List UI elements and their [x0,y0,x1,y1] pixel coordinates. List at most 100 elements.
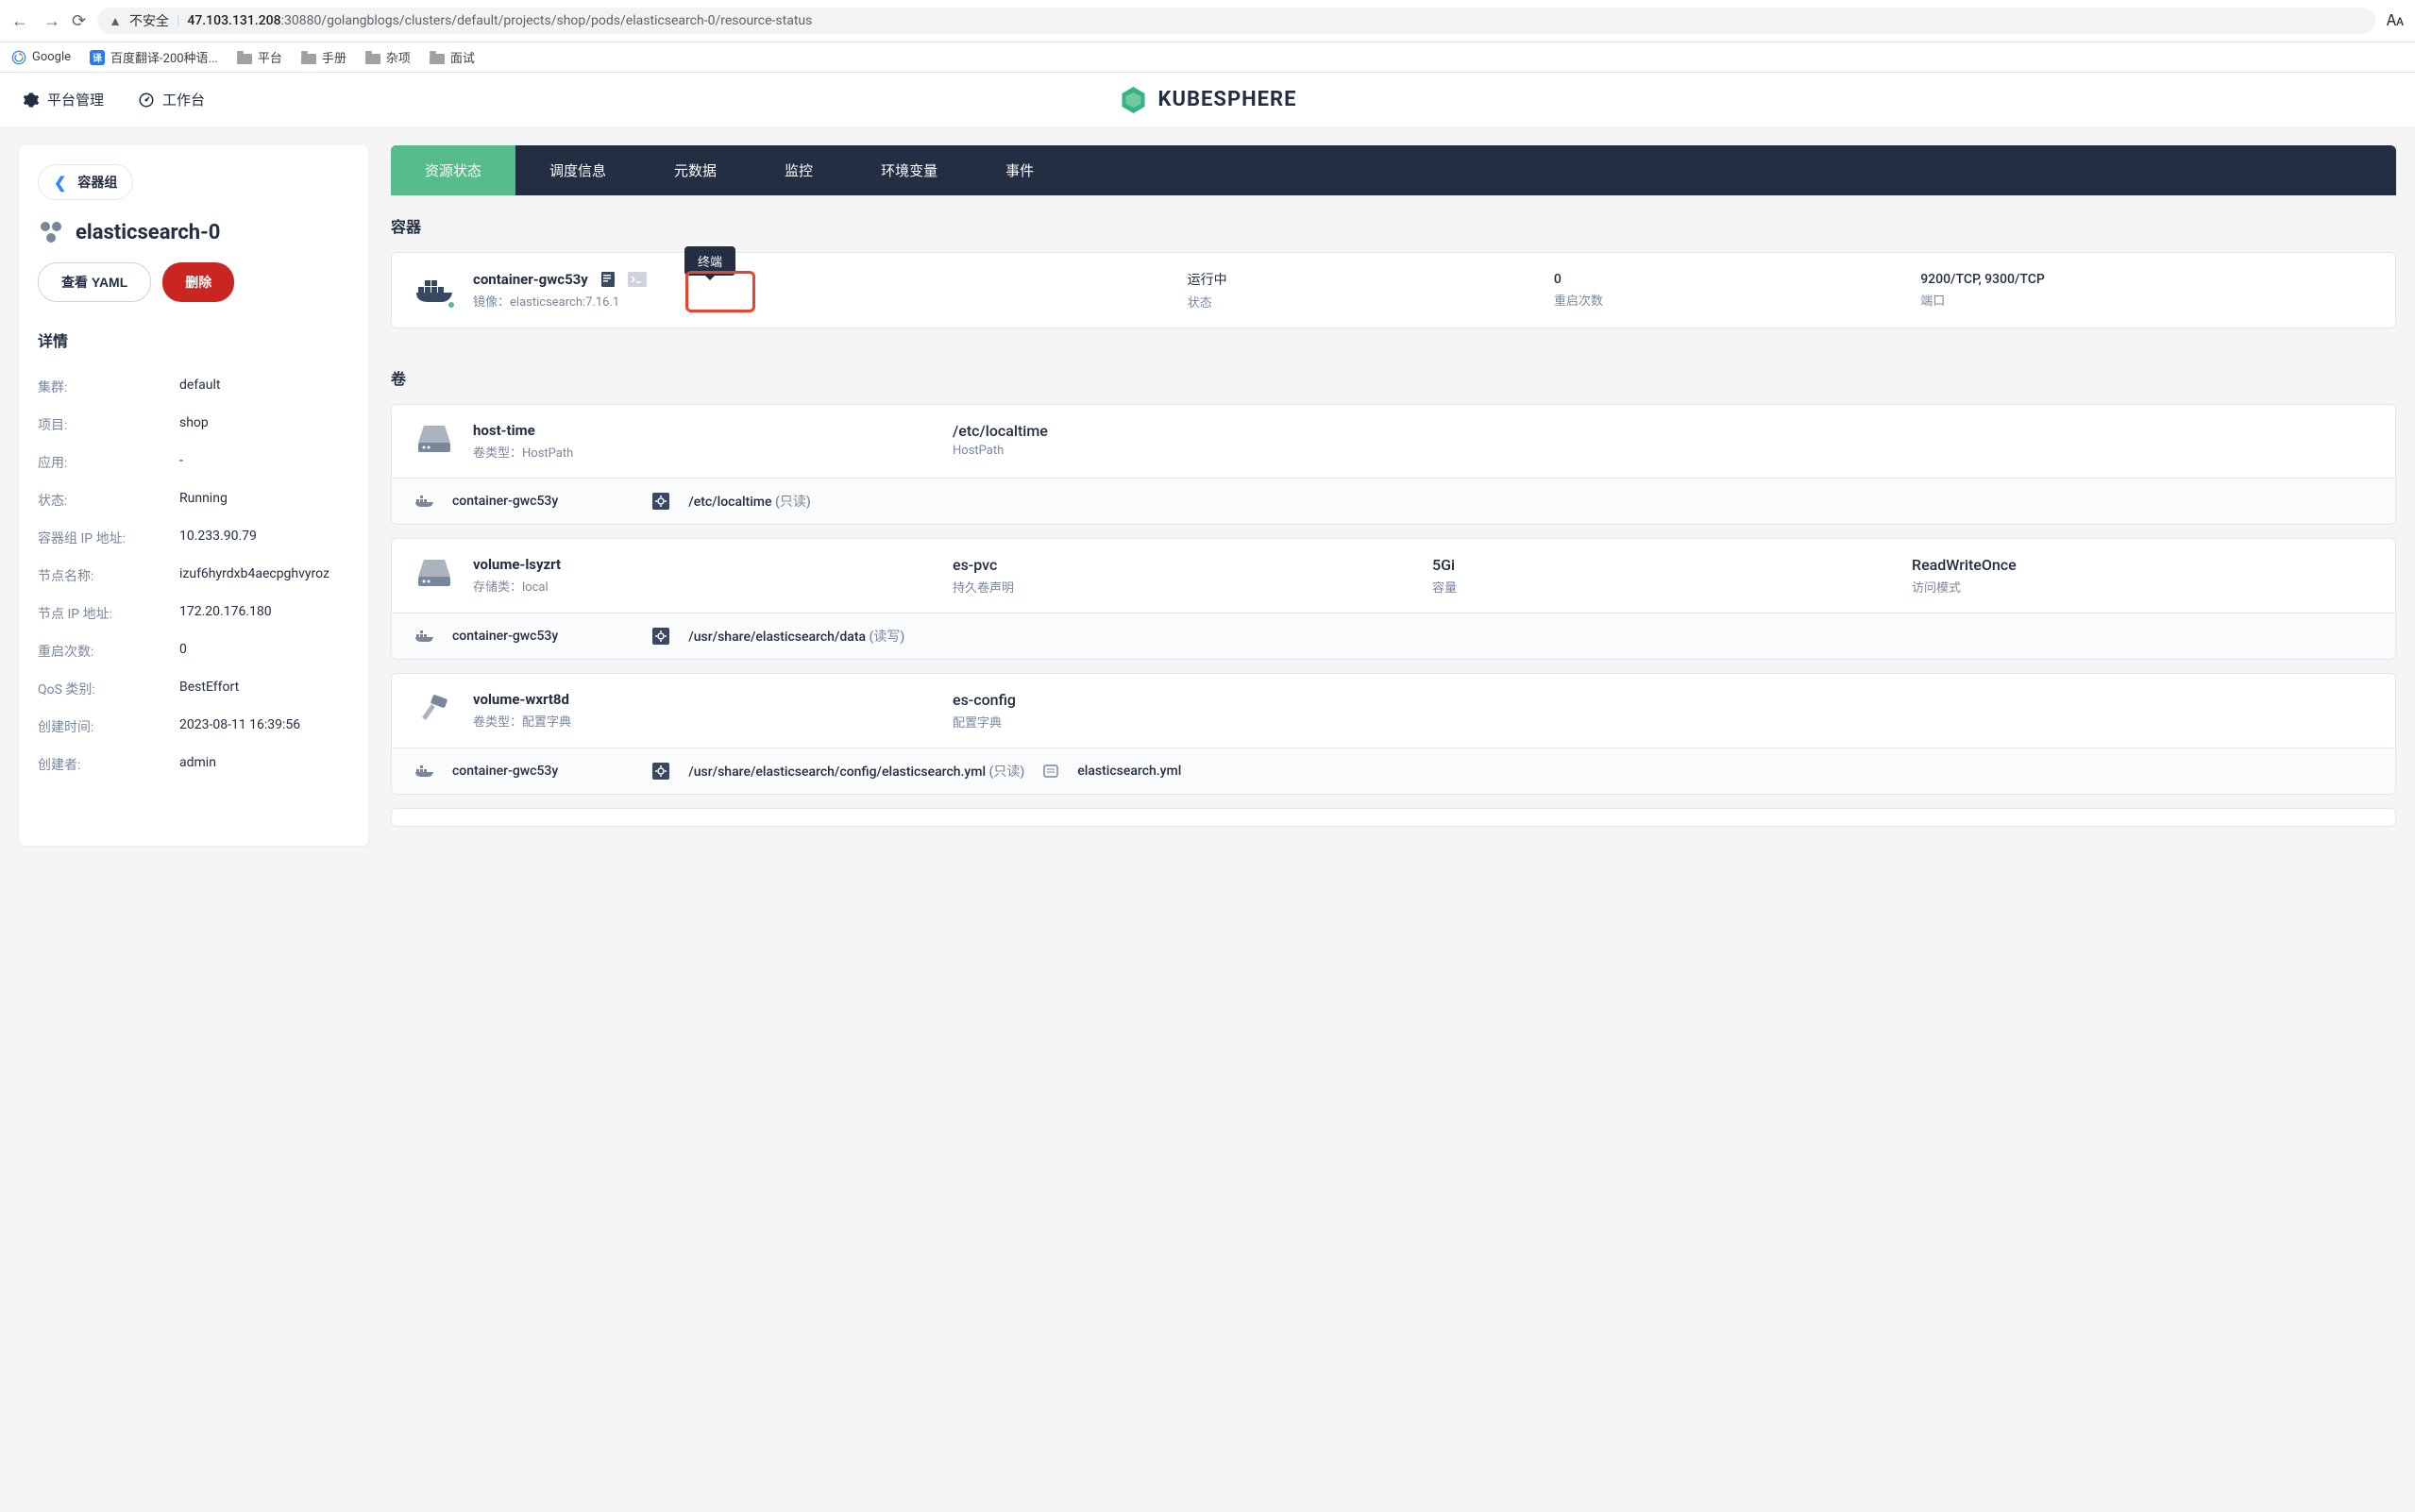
docker-small-icon [414,494,433,509]
detail-value: 10.233.90.79 [179,529,257,547]
docker-small-icon [414,764,433,779]
detail-value: - [179,453,183,472]
tab-env[interactable]: 环境变量 [847,145,971,195]
volumes-section-title: 卷 [391,366,2396,389]
breadcrumb-label: 容器组 [77,173,117,192]
detail-label: QoS 类别: [38,680,179,698]
pod-icon [38,219,64,245]
drive-icon [414,556,454,590]
kubesphere-logo[interactable]: KUBESPHERE [1118,85,1296,115]
tab-events[interactable]: 事件 [971,145,1068,195]
log-icon[interactable] [600,271,616,288]
detail-value: BestEffort [179,680,239,698]
detail-row: QoS 类别:BestEffort [38,670,349,708]
highlight-box [685,271,755,312]
tab-schedule[interactable]: 调度信息 [515,145,640,195]
mount-path: /usr/share/elasticsearch/config/elastics… [688,762,1024,781]
detail-label: 节点 IP 地址: [38,604,179,623]
detail-value: shop [179,415,209,434]
volume-col3-label: 容量 [1432,578,1893,596]
detail-label: 集群: [38,378,179,396]
container-card: 终端 container-gwc53y 镜像：elasticsearch:7.1… [391,252,2396,328]
detail-value: 172.20.176.180 [179,604,272,623]
bookmark-misc[interactable]: 杂项 [365,48,411,66]
volume-mount-row: container-gwc53y/etc/localtime (只读) [392,478,2395,524]
volume-col2-value: es-config [953,691,1413,709]
volume-col4-label: 访问模式 [1912,578,2373,596]
chevron-left-icon: ❮ [54,174,66,192]
restart-label: 重启次数 [1554,291,1901,309]
detail-label: 创建时间: [38,717,179,736]
tab-monitor[interactable]: 监控 [751,145,847,195]
volume-type: 卷类型：配置字典 [473,712,934,730]
mount-path: /etc/localtime (只读) [688,492,810,511]
bookmark-platform[interactable]: 平台 [237,48,282,66]
terminal-icon[interactable] [628,272,647,287]
bookmark-interview[interactable]: 面试 [430,48,475,66]
detail-value: 0 [179,642,187,661]
details-list: 集群:default项目:shop应用:-状态:Running容器组 IP 地址… [38,368,349,783]
bookmark-google[interactable]: Google [11,50,71,65]
container-name: container-gwc53y [473,271,588,288]
detail-value: Running [179,491,228,510]
detail-row: 项目:shop [38,406,349,444]
reload-icon[interactable]: ⟳ [72,11,86,31]
docker-small-icon [414,629,433,644]
detail-row: 容器组 IP 地址:10.233.90.79 [38,519,349,557]
containers-section-title: 容器 [391,214,2396,237]
tabs: 资源状态 调度信息 元数据 监控 环境变量 事件 [391,145,2396,195]
settings-icon [652,628,669,645]
status-dot-icon [447,300,456,310]
bookmark-manual[interactable]: 手册 [301,48,346,66]
volume-type: 卷类型：HostPath [473,443,934,461]
volume-col3-value: 5Gi [1432,556,1893,574]
view-yaml-button[interactable]: 查看 YAML [38,262,151,302]
volume-col2-value: es-pvc [953,556,1413,574]
detail-row: 节点 IP 地址:172.20.176.180 [38,595,349,632]
drive-icon [414,422,454,456]
detail-row: 状态:Running [38,481,349,519]
breadcrumb-back[interactable]: ❮ 容器组 [38,164,133,200]
folder-icon [301,51,316,64]
bookmark-baidu[interactable]: 译 百度翻译-200种语... [90,48,218,66]
translate-icon[interactable]: 🗛 [2387,11,2404,30]
status-label: 状态 [1188,293,1535,311]
sidebar: ❮ 容器组 elasticsearch-0 查看 YAML 删除 详情 集群:d… [19,145,368,846]
detail-label: 状态: [38,491,179,510]
detail-value: admin [179,755,216,774]
detail-row: 节点名称:izuf6hyrdxb4aecpghvyroz [38,557,349,595]
workbench-link[interactable]: 工作台 [138,90,205,109]
volume-col4-value: ReadWriteOnce [1912,556,2373,574]
next-volume-card [391,808,2396,827]
tab-resource-status[interactable]: 资源状态 [391,145,515,195]
volume-card: host-time卷类型：HostPath/etc/localtimeHostP… [391,404,2396,525]
detail-row: 重启次数:0 [38,632,349,670]
forward-arrow-icon[interactable]: → [43,11,60,31]
ports-value: 9200/TCP, 9300/TCP [1920,272,2373,287]
folder-icon [430,51,445,64]
security-warning-icon: ▲ [109,13,122,29]
back-arrow-icon[interactable]: ← [11,11,28,31]
dashboard-icon [138,92,155,109]
volume-mount-row: container-gwc53y/usr/share/elasticsearch… [392,613,2395,659]
detail-value: 2023-08-11 16:39:56 [179,717,300,736]
mount-container-name: container-gwc53y [452,764,558,779]
bookmarks-bar: Google 译 百度翻译-200种语... 平台 手册 杂项 面试 [0,42,2415,73]
detail-label: 节点名称: [38,566,179,585]
volume-name: host-time [473,422,934,439]
folder-icon [365,51,380,64]
url-bar[interactable]: ▲ 不安全 | 47.103.131.208:30880/golangblogs… [97,8,2375,34]
volume-name: volume-wxrt8d [473,691,934,708]
tab-metadata[interactable]: 元数据 [640,145,751,195]
detail-row: 创建时间:2023-08-11 16:39:56 [38,708,349,746]
delete-button[interactable]: 删除 [162,262,234,302]
ports-label: 端口 [1920,291,2373,309]
detail-row: 创建者:admin [38,746,349,783]
mount-mode: (只读) [775,495,811,510]
platform-management-link[interactable]: 平台管理 [23,90,104,109]
mount-mode: (只读) [989,764,1025,780]
volume-name: volume-lsyzrt [473,556,934,573]
detail-row: 应用:- [38,444,349,481]
settings-icon [652,763,669,780]
mount-container-name: container-gwc53y [452,494,558,509]
